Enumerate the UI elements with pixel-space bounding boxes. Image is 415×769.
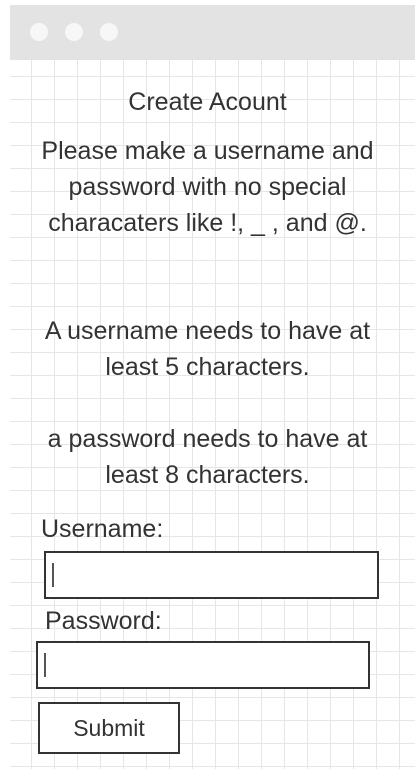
submit-button[interactable]: Submit [38,702,180,754]
username-label: Username: [41,515,164,543]
page-title: Create Acount [128,88,287,116]
window-close-button[interactable] [30,23,48,41]
password-label: Password: [45,607,162,635]
instruction-username-length: A username needs to have at least 5 char… [44,317,371,381]
username-input[interactable] [44,551,379,599]
window-maximize-button[interactable] [100,23,118,41]
window-titlebar [10,5,415,60]
instruction-password-length: a password needs to have at least 8 char… [47,425,368,489]
text-caret [44,653,46,677]
text-caret [52,563,54,587]
instruction-special-characters: Please make a username and password with… [41,137,374,237]
password-input[interactable] [36,641,370,689]
window-minimize-button[interactable] [65,23,83,41]
